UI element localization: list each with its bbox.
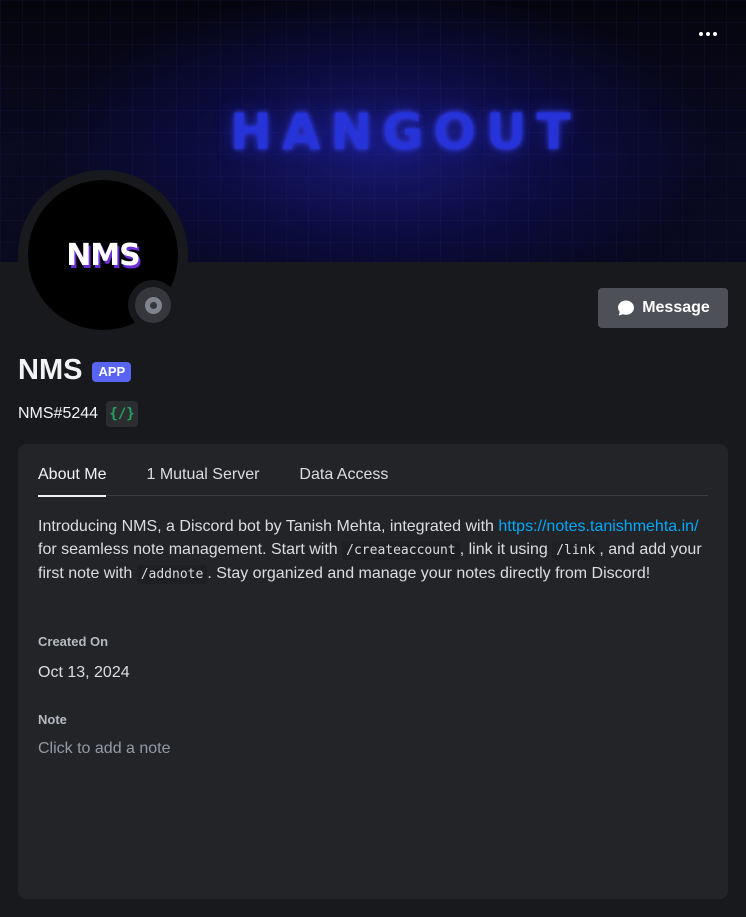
- addnote-command: /addnote: [136, 565, 208, 584]
- created-on-value: Oct 13, 2024: [38, 664, 130, 681]
- more-options-button[interactable]: [692, 20, 724, 48]
- chat-bubble-icon: [618, 300, 635, 316]
- message-button-label: Message: [642, 299, 710, 316]
- display-name: NMS: [18, 354, 83, 386]
- created-on-label: Created On: [38, 634, 109, 649]
- ellipsis-icon: [699, 32, 703, 36]
- link-command: /link: [552, 541, 600, 560]
- user-profile: HANGOUT NMS Message NMS APP NMS#5244 {/}…: [0, 0, 746, 917]
- status-indicator: [128, 280, 178, 330]
- name-row: NMS APP: [18, 352, 132, 388]
- message-button[interactable]: Message: [598, 288, 728, 328]
- note-input[interactable]: Click to add a note: [38, 740, 708, 764]
- username[interactable]: NMS#5244: [18, 401, 98, 427]
- about-me-text: Introducing NMS, a Discord bot by Tanish…: [38, 518, 702, 584]
- app-badge: APP: [92, 361, 132, 382]
- tab-about-me[interactable]: About Me: [38, 464, 107, 497]
- tab-mutual-servers[interactable]: 1 Mutual Server: [146, 464, 259, 496]
- profile-card: About Me 1 Mutual Server Data Access Int…: [18, 444, 728, 899]
- notes-link[interactable]: https://notes.tanishmehta.in/: [498, 518, 698, 535]
- profile-tabs: About Me 1 Mutual Server Data Access: [38, 464, 708, 497]
- tab-data-access[interactable]: Data Access: [299, 464, 388, 496]
- username-row: NMS#5244 {/}: [18, 401, 139, 427]
- offline-status-icon: [135, 287, 171, 323]
- note-label: Note: [38, 712, 67, 727]
- banner-logo: HANGOUT: [230, 103, 581, 161]
- avatar-logo: NMS: [66, 237, 141, 273]
- createaccount-command: /createaccount: [342, 541, 460, 560]
- slash-commands-badge[interactable]: {/}: [106, 401, 139, 427]
